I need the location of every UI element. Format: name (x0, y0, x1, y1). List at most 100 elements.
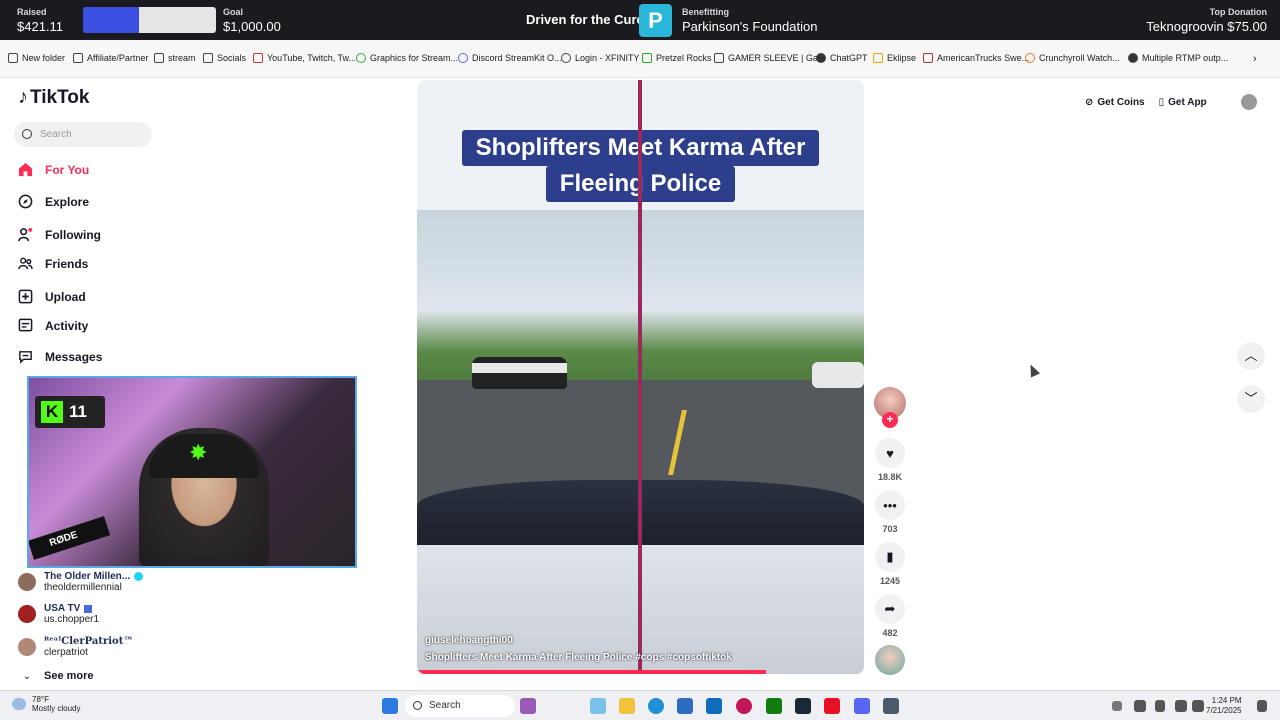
get-app-button[interactable]: ▯ Get App (1159, 97, 1207, 108)
opera-icon[interactable] (824, 698, 840, 714)
compass-icon (18, 194, 33, 209)
police-car-right (812, 362, 864, 388)
bookmarks-overflow-chevron-icon[interactable]: › (1253, 53, 1257, 65)
video-divider (638, 80, 642, 674)
notification-bell-icon[interactable] (1257, 700, 1267, 712)
bookmark-eklipse[interactable]: Eklipse (873, 53, 916, 63)
weather-widget[interactable]: 78°F Mostly cloudy (12, 695, 80, 713)
store-icon[interactable] (677, 698, 693, 714)
copilot-icon[interactable] (590, 698, 606, 714)
folder-icon (203, 53, 213, 63)
bookmark-graphics[interactable]: Graphics for Stream... (356, 53, 458, 63)
terminal-icon[interactable] (883, 698, 899, 714)
nav-for-you[interactable]: For You (18, 162, 89, 177)
search-icon (413, 701, 422, 710)
nav-following[interactable]: Following (18, 227, 101, 242)
discord-icon[interactable] (854, 698, 870, 714)
bookmark-youtube-twitch[interactable]: YouTube, Twitch, Tw... (253, 53, 356, 63)
save-count: 1245 (879, 576, 901, 586)
suggested-account-clerpatriot[interactable]: ᴿᵉᵃˡClerPatriot™ clerpatriot (18, 636, 133, 658)
kick-logo-icon: K (41, 401, 63, 423)
chevron-down-icon: ⌄ (22, 670, 32, 682)
comment-icon: ••• (875, 490, 905, 520)
like-button[interactable]: ♥ 18.8K (875, 438, 905, 482)
messages-icon (19, 351, 32, 364)
bookmark-crunchyroll[interactable]: Crunchyroll Watch... (1025, 53, 1120, 63)
bookmark-socials[interactable]: Socials (203, 53, 246, 63)
goal-label: Goal (223, 7, 244, 17)
video-caption: Shoplifters Meet Karma After Fleeing Pol… (425, 652, 732, 663)
bookmark-affiliate-partner[interactable]: Affiliate/Partner (73, 53, 148, 63)
folder-icon (73, 53, 83, 63)
bookmark-gamer-sleeve[interactable]: GAMER SLEEVE | Ga... (714, 53, 825, 63)
nav-activity[interactable]: Activity (18, 318, 88, 333)
volume-icon[interactable] (1192, 700, 1204, 712)
bookmark-multiple-rtmp[interactable]: Multiple RTMP outp... (1128, 53, 1228, 63)
following-icon (18, 227, 33, 242)
nav-friends[interactable]: Friends (18, 256, 88, 271)
outlook-icon[interactable] (706, 698, 722, 714)
bookmark-stream[interactable]: stream (154, 53, 196, 63)
next-author-avatar[interactable] (875, 645, 905, 675)
kick-viewer-badge: K 11 (35, 396, 105, 428)
taskbar-search[interactable]: Search (405, 695, 515, 717)
avatar (18, 573, 36, 591)
save-button[interactable]: ▮ 1245 (875, 542, 905, 586)
bookmark-new-folder[interactable]: New folder (8, 53, 65, 63)
tray-chevron-icon[interactable] (1112, 701, 1122, 711)
comment-button[interactable]: ••• 703 (875, 490, 905, 534)
microphone-icon[interactable] (1155, 700, 1165, 712)
xbox-icon[interactable] (766, 698, 782, 714)
friends-icon (18, 257, 33, 270)
windows-start-icon[interactable] (382, 698, 398, 714)
get-coins-button[interactable]: ⊘ Get Coins (1085, 97, 1145, 108)
share-button[interactable]: ➦ 482 (875, 594, 905, 638)
bookmark-americantrucks[interactable]: AmericanTrucks Swe... (923, 53, 1029, 63)
share-count: 482 (882, 628, 898, 638)
video-progress-bar[interactable] (417, 670, 864, 674)
suggested-account-older-millennial[interactable]: The Older Millen... theoldermillennial (18, 571, 144, 593)
media-icon[interactable] (736, 698, 752, 714)
bookmark-chatgpt[interactable]: ChatGPT (816, 53, 868, 63)
favicon-icon (356, 53, 366, 63)
upload-icon (18, 289, 33, 304)
car-stripe (472, 363, 567, 373)
nav-upload[interactable]: Upload (18, 289, 86, 304)
previous-video-button[interactable]: ︿ (1237, 342, 1265, 370)
favicon-icon (923, 53, 933, 63)
video-author-username[interactable]: giuselehoangthi00 (425, 635, 513, 646)
chevron-down-icon: ﹀ (1244, 391, 1258, 406)
follow-plus-icon[interactable]: + (882, 412, 898, 428)
tiktok-logo[interactable]: ♪ TikTok (18, 86, 89, 109)
profile-avatar[interactable] (1240, 94, 1257, 110)
wifi-icon[interactable] (1175, 700, 1187, 712)
nav-explore[interactable]: Explore (18, 194, 89, 209)
nav-messages[interactable]: Messages (18, 349, 102, 364)
edge-icon[interactable] (648, 698, 664, 714)
top-donation-label: Top Donation (1209, 7, 1267, 17)
coin-icon: ⊘ (1085, 96, 1094, 108)
bookmark-pretzel[interactable]: Pretzel Rocks (642, 53, 712, 63)
steam-icon[interactable] (795, 698, 811, 714)
goal-value: $1,000.00 (223, 19, 281, 34)
streamer-video: ✸ (139, 428, 269, 566)
activity-icon (18, 318, 33, 332)
home-icon (18, 162, 33, 177)
search-input[interactable]: Search (14, 122, 152, 147)
bookmark-discord-streamkit[interactable]: Discord StreamKit O... (458, 53, 562, 63)
comment-count: 703 (882, 524, 898, 534)
benefitting-label: Benefitting (682, 7, 729, 17)
heart-icon: ♥ (875, 438, 905, 468)
next-video-button[interactable]: ﹀ (1237, 385, 1265, 413)
suggested-account-usa-tv[interactable]: USA TV us.chopper1 (18, 603, 99, 625)
taskbar-clock[interactable]: 1:24 PM 7/21/2025 (1206, 696, 1242, 716)
see-more-button[interactable]: ⌄ See more (18, 670, 94, 682)
network-icon[interactable] (1134, 700, 1146, 712)
widgets-icon[interactable] (520, 698, 536, 714)
file-explorer-icon[interactable] (619, 698, 635, 714)
verified-badge-icon (134, 572, 144, 581)
parkinsons-logo-icon: P (639, 4, 672, 37)
video-player[interactable]: Shoplifters Meet Karma After Fleeing Pol… (417, 80, 864, 674)
temperature: 78°F (32, 695, 49, 704)
bookmark-xfinity[interactable]: Login - XFINITY (561, 53, 640, 63)
